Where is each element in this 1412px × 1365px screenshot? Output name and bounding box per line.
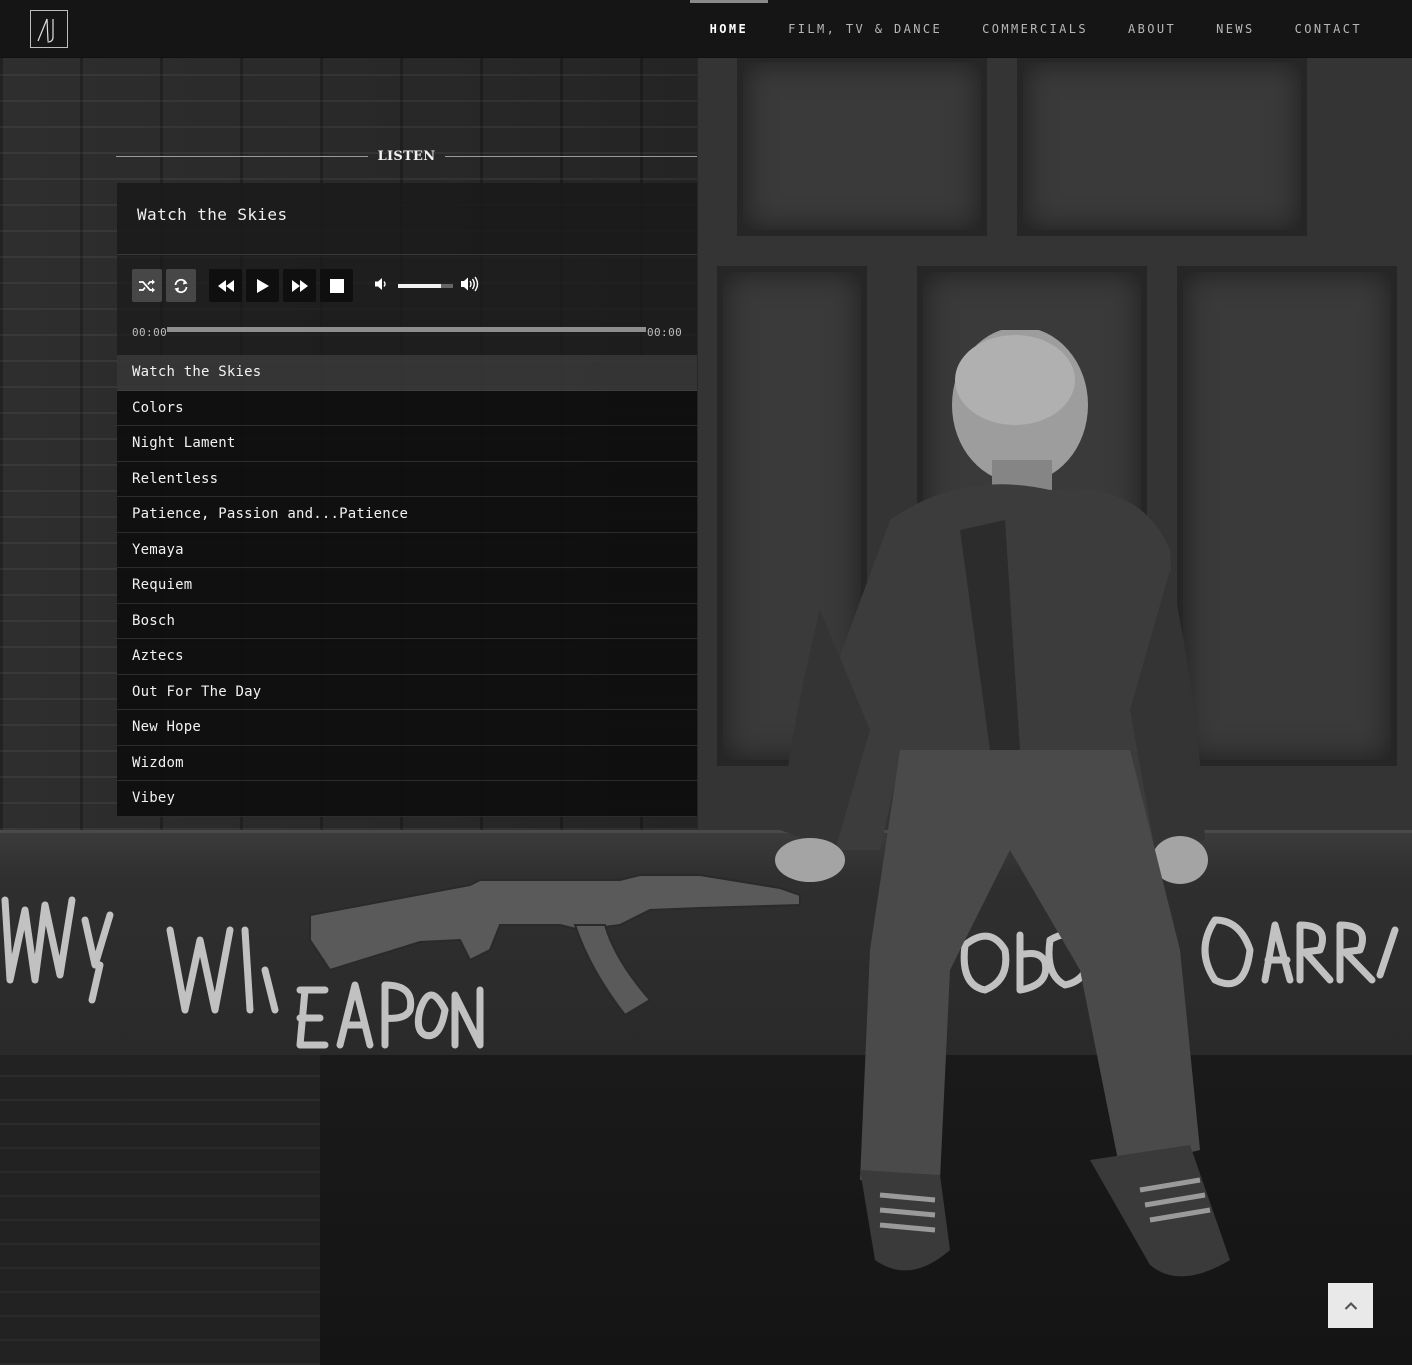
playlist-item[interactable]: Night Lament [117,426,697,462]
duration-time: 00:00 [647,326,683,339]
lower-brick-wall [0,1055,320,1365]
repeat-button[interactable] [166,269,196,302]
volume-high-icon[interactable] [461,276,479,292]
stop-button[interactable] [320,269,353,302]
listen-heading: LISTEN [116,145,698,167]
play-icon [256,278,269,293]
playlist-item[interactable]: Out For The Day [117,674,697,710]
chevron-up-icon [1344,1301,1357,1310]
player-controls: 00:00 00:00 [117,255,697,355]
repeat-icon [174,278,188,293]
nav-about[interactable]: ABOUT [1108,0,1196,58]
previous-icon [217,279,234,292]
playlist-item[interactable]: Vibey [117,781,697,817]
playlist-item[interactable]: Patience, Passion and...Patience [117,497,697,533]
playlist-item[interactable]: Bosch [117,603,697,639]
site-header: HOME FILM, TV & DANCE COMMERCIALS ABOUT … [0,0,1412,58]
site-logo[interactable] [30,10,68,48]
playlist-item[interactable]: Wizdom [117,745,697,781]
playlist-item[interactable]: Requiem [117,568,697,604]
volume-low-icon[interactable] [375,277,389,291]
audio-player: Watch the Skies 00:00 00:00 Watch the Sk… [117,183,697,817]
heading-rule-right [445,155,698,157]
playlist-item[interactable]: Colors [117,390,697,426]
nav-contact[interactable]: CONTACT [1275,0,1382,58]
now-playing-title: Watch the Skies [117,183,697,255]
previous-button[interactable] [209,269,242,302]
next-icon [291,279,308,292]
person-figure [775,330,1230,1277]
stop-icon [329,278,344,293]
seek-bar[interactable] [167,327,646,332]
transport-buttons [209,269,353,302]
current-time: 00:00 [132,326,168,339]
nav-home[interactable]: HOME [689,0,769,58]
nav-film-tv-dance[interactable]: FILM, TV & DANCE [768,0,962,58]
aj-logo-icon [37,18,54,43]
playlist-item[interactable]: Aztecs [117,639,697,675]
nav-commercials[interactable]: COMMERCIALS [962,0,1108,58]
playlist-item[interactable]: Yemaya [117,532,697,568]
shuffle-button[interactable] [132,269,162,302]
playlist-item[interactable]: Watch the Skies [117,355,697,391]
volume-level [398,284,441,288]
volume-slider[interactable] [398,284,453,288]
play-button[interactable] [246,269,279,302]
next-button[interactable] [283,269,316,302]
main-nav: HOME FILM, TV & DANCE COMMERCIALS ABOUT … [689,0,1382,58]
playlist: Watch the Skies Colors Night Lament Relentl… [117,355,697,817]
section-title: LISTEN [377,148,436,164]
mode-buttons [132,269,196,302]
back-to-top-button[interactable] [1328,1283,1373,1328]
playlist-item[interactable]: New Hope [117,710,697,746]
playlist-item[interactable]: Relentless [117,461,697,497]
shuffle-icon [139,279,155,292]
heading-rule-left [116,155,368,157]
nav-news[interactable]: NEWS [1196,0,1275,58]
